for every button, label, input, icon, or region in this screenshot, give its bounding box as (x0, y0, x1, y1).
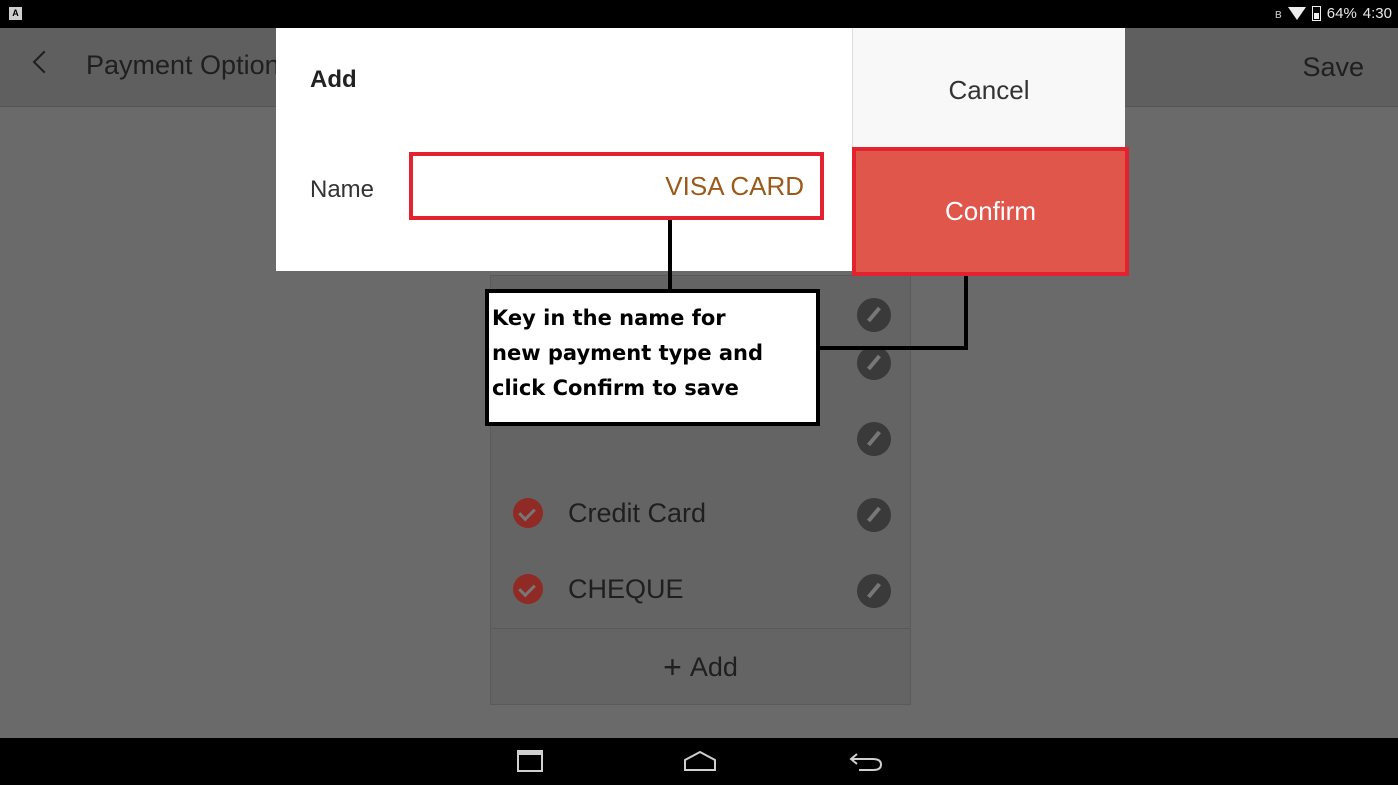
checked-icon[interactable] (513, 574, 543, 604)
confirm-button[interactable]: Confirm (852, 147, 1129, 276)
plus-icon: + (663, 649, 682, 685)
payment-option-label: Credit Card (568, 498, 707, 528)
instruction-callout: Key in the name for new payment type and… (485, 289, 820, 426)
recent-apps-icon[interactable] (517, 750, 543, 772)
callout-connector (820, 346, 968, 350)
checked-icon[interactable] (513, 498, 543, 528)
list-item[interactable]: Credit Card (491, 476, 910, 552)
home-icon[interactable] (683, 750, 717, 772)
navigation-bar (0, 738, 1398, 785)
name-input[interactable] (409, 152, 824, 220)
add-label: Add (689, 652, 738, 682)
cancel-button[interactable]: Cancel (853, 28, 1125, 152)
callout-connector (964, 276, 968, 350)
edit-pencil-icon[interactable] (857, 498, 891, 532)
add-payment-option-button[interactable]: + Add (491, 628, 910, 705)
back-icon[interactable] (849, 750, 883, 772)
wifi-icon (1287, 7, 1306, 20)
status-bar: A ʙ 64% 4:30 (0, 0, 1398, 28)
payment-option-label: CHEQUE (568, 574, 684, 604)
battery-percent: 64% (1326, 5, 1357, 22)
callout-line: Key in the name for (492, 306, 726, 330)
back-arrow-icon[interactable] (32, 50, 56, 74)
dialog-title: Add (310, 66, 357, 93)
edit-pencil-icon[interactable] (857, 422, 891, 456)
status-icons: ʙ 64% 4:30 (1275, 5, 1392, 22)
callout-line: click Confirm to save (492, 376, 739, 400)
callout-line: new payment type and (492, 341, 764, 365)
save-button[interactable]: Save (1302, 52, 1364, 83)
edit-pencil-icon[interactable] (857, 346, 891, 380)
name-label: Name (310, 176, 375, 203)
clock: 4:30 (1362, 5, 1392, 22)
screen: A ʙ 64% 4:30 Payment Options Save Credit… (0, 0, 1398, 785)
bluetooth-icon: ʙ (1274, 6, 1282, 21)
list-item[interactable]: CHEQUE (491, 552, 910, 628)
edit-pencil-icon[interactable] (857, 574, 891, 608)
battery-icon (1311, 6, 1321, 21)
callout-connector (668, 220, 672, 290)
notification-app-icon: A (9, 7, 22, 20)
page-title: Payment Options (86, 50, 294, 80)
